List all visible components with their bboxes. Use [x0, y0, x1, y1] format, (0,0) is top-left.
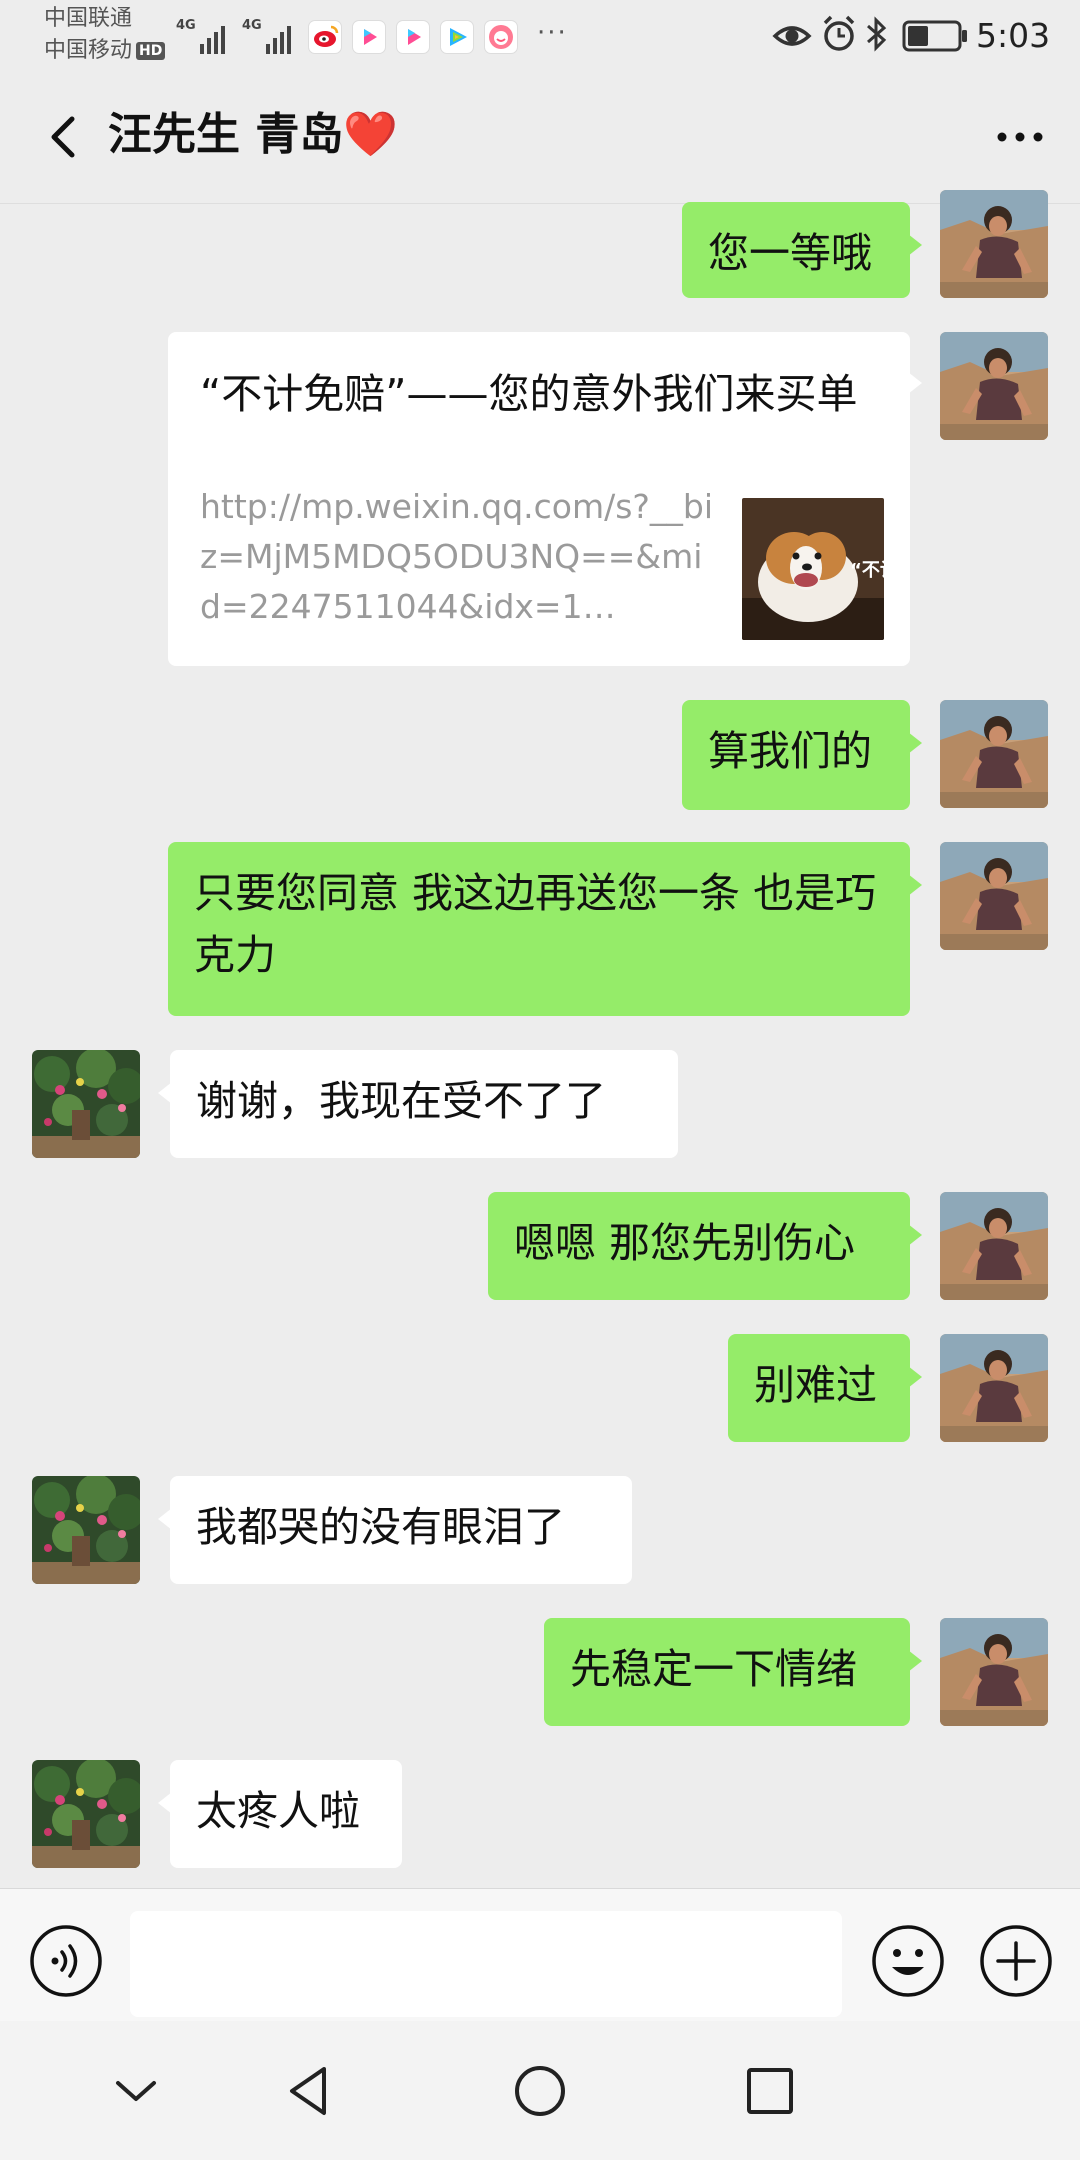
clock-time: 5:03: [976, 16, 1051, 55]
message-bubble-incoming[interactable]: 太疼人啦: [158, 1760, 402, 1868]
plus-icon[interactable]: [978, 1923, 1054, 1999]
message-bubble-outgoing[interactable]: 嗯嗯 那您先别伤心: [488, 1192, 922, 1300]
carrier-2: 中国移动 HD: [44, 38, 166, 64]
avatar-self[interactable]: [940, 1618, 1048, 1726]
message-input[interactable]: [130, 1911, 842, 2017]
avatar-self[interactable]: [940, 332, 1048, 440]
network-type-1: 4G: [176, 18, 196, 33]
link-title: “不计免赔”——您的意外我们来买单: [200, 370, 858, 418]
avatar-self[interactable]: [940, 700, 1048, 808]
avatar-contact[interactable]: [32, 1760, 140, 1868]
signal-icon-1: 4G: [176, 18, 232, 54]
message-text: 算我们的: [708, 727, 872, 775]
message-text: 先稳定一下情绪: [570, 1645, 857, 1693]
message-text: 我都哭的没有眼泪了: [196, 1503, 565, 1551]
chat-input-bar: [0, 1888, 1080, 2021]
carrier-2-label: 中国移动: [44, 38, 133, 63]
back-arrow-icon[interactable]: [36, 109, 92, 165]
message-bubble-outgoing[interactable]: 您一等哦: [682, 202, 922, 298]
message-text: 嗯嗯 那您先别伤心: [514, 1219, 856, 1267]
message-text: 谢谢，我现在受不了了: [196, 1077, 606, 1125]
bluetooth-icon: [867, 16, 887, 52]
chat-title: 汪先生 青岛❤️: [108, 109, 399, 160]
more-options-icon[interactable]: [990, 109, 1050, 165]
emoji-icon[interactable]: [870, 1923, 946, 1999]
signal-icon-2: 4G: [242, 18, 298, 54]
youku-icon-1: [352, 20, 386, 54]
avatar-self[interactable]: [940, 842, 1048, 950]
message-bubble-outgoing[interactable]: 别难过: [728, 1334, 922, 1442]
avatar-self[interactable]: [940, 1192, 1048, 1300]
alarm-icon: [823, 15, 855, 51]
message-bubble-outgoing[interactable]: 算我们的: [682, 700, 922, 810]
tencent-video-icon: [440, 20, 474, 54]
app-face-icon: [484, 20, 518, 54]
system-nav-bar: [0, 2021, 1080, 2160]
message-bubble-incoming[interactable]: 谢谢，我现在受不了了: [158, 1050, 678, 1158]
home-circle-icon[interactable]: [508, 2059, 572, 2123]
message-bubble-outgoing[interactable]: 只要您同意 我这边再送您一条 也是巧克力: [168, 842, 922, 1016]
eye-comfort-icon: [772, 26, 812, 46]
message-text: 您一等哦: [708, 229, 872, 277]
chat-header: 汪先生 青岛❤️: [0, 75, 1080, 204]
chevron-down-icon[interactable]: [104, 2059, 168, 2123]
message-text: 太疼人啦: [196, 1787, 360, 1835]
avatar-contact[interactable]: [32, 1050, 140, 1158]
voice-icon[interactable]: [28, 1923, 104, 1999]
battery-icon: [902, 20, 967, 52]
status-bar: 中国联通 中国移动 HD 4G 4G ··· 5:03: [0, 0, 1080, 75]
sina-weibo-icon: [308, 20, 342, 54]
recents-square-icon[interactable]: [738, 2059, 802, 2123]
thumbnail-caption: “不计: [850, 560, 884, 581]
back-triangle-icon[interactable]: [278, 2059, 342, 2123]
avatar-self[interactable]: [940, 190, 1048, 298]
avatar-self[interactable]: [940, 1334, 1048, 1442]
avatar-contact[interactable]: [32, 1476, 140, 1584]
hd-badge: HD: [136, 42, 166, 60]
link-thumbnail: “不计: [742, 498, 884, 640]
message-bubble-outgoing[interactable]: 先稳定一下情绪: [544, 1618, 922, 1726]
network-type-2: 4G: [242, 18, 262, 33]
notification-overflow: ···: [537, 18, 568, 48]
message-text: 只要您同意 我这边再送您一条 也是巧克力: [194, 869, 877, 979]
link-card[interactable]: “不计免赔”——您的意外我们来买单 http://mp.weixin.qq.co…: [168, 332, 922, 666]
youku-icon-2: [396, 20, 430, 54]
link-url: http://mp.weixin.qq.com/s?__biz=MjM5MDQ5…: [200, 487, 714, 626]
carrier-1: 中国联通: [44, 6, 133, 31]
message-text: 别难过: [754, 1361, 877, 1409]
message-bubble-incoming[interactable]: 我都哭的没有眼泪了: [158, 1476, 632, 1584]
